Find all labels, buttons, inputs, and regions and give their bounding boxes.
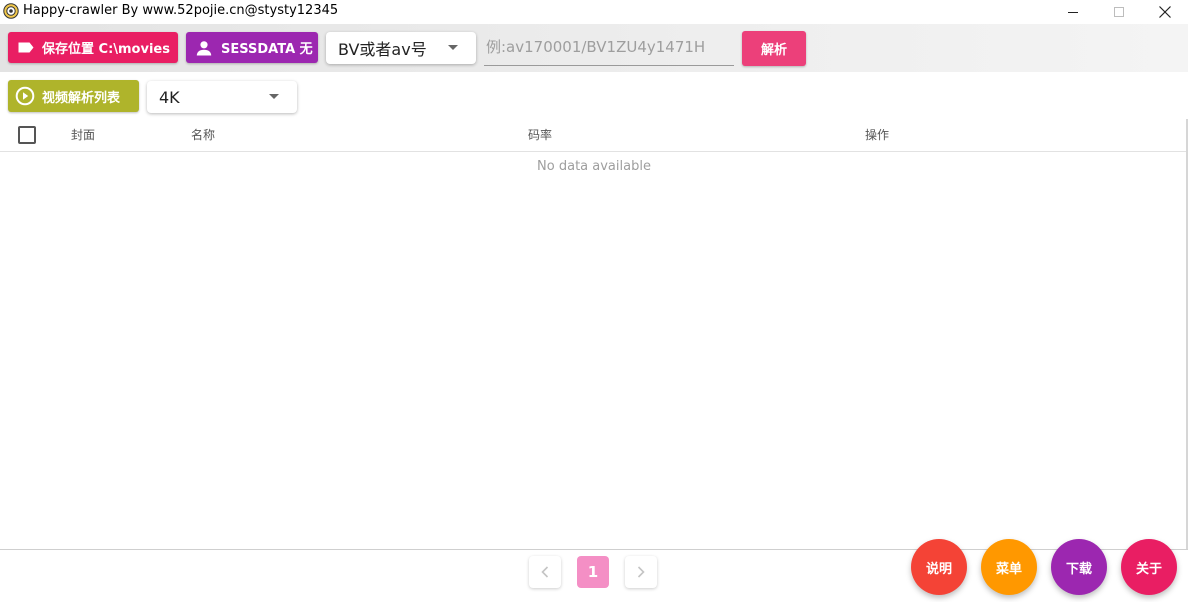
app-logo-icon: [3, 3, 19, 19]
maximize-button[interactable]: [1096, 0, 1142, 24]
download-fab[interactable]: 下载: [1051, 539, 1107, 595]
save-location-button[interactable]: 保存位置 C:\movies: [8, 32, 178, 63]
help-fab[interactable]: 说明: [911, 539, 967, 595]
sessdata-label: SESSDATA 无: [221, 42, 313, 57]
minimize-icon: [1068, 12, 1078, 13]
parse-button-label: 解析: [760, 43, 787, 58]
column-header-cover[interactable]: 封面: [71, 119, 95, 151]
window-title: Happy-crawler By www.52pojie.cn@stysty12…: [23, 3, 339, 18]
quality-select-value: 4K: [159, 87, 180, 107]
video-list-label: 视频解析列表: [42, 90, 121, 106]
page-button-current[interactable]: 1: [577, 556, 609, 588]
chevron-left-icon: [541, 566, 549, 578]
title-bar: Happy-crawler By www.52pojie.cn@stysty12…: [0, 0, 1188, 24]
play-circle-icon: [15, 86, 35, 106]
maximize-icon: [1114, 7, 1124, 17]
next-page-button[interactable]: [625, 556, 657, 588]
parse-button[interactable]: 解析: [742, 31, 806, 66]
close-button[interactable]: [1142, 0, 1188, 24]
quality-select[interactable]: 4K: [147, 81, 297, 113]
id-input-field[interactable]: [484, 33, 734, 66]
minimize-button[interactable]: [1050, 0, 1096, 24]
about-fab[interactable]: 关于: [1121, 539, 1177, 595]
id-type-select[interactable]: BV或者av号: [326, 32, 476, 64]
dropdown-arrow-icon: [448, 45, 458, 50]
id-input[interactable]: [484, 33, 734, 61]
label-tag-icon: [16, 41, 36, 54]
save-location-label: 保存位置 C:\movies: [42, 42, 170, 57]
column-header-name[interactable]: 名称: [191, 119, 215, 151]
video-list-button[interactable]: 视频解析列表: [8, 80, 139, 112]
empty-table-message: No data available: [537, 159, 651, 174]
dropdown-arrow-icon: [269, 94, 279, 99]
menu-fab[interactable]: 菜单: [981, 539, 1037, 595]
select-all-checkbox[interactable]: [18, 126, 36, 144]
id-type-select-value: BV或者av号: [338, 40, 427, 59]
prev-page-button[interactable]: [529, 556, 561, 588]
close-icon: [1159, 6, 1171, 18]
table-header: 封面 名称 码率 操作: [0, 119, 1188, 152]
column-header-actions[interactable]: 操作: [865, 119, 889, 151]
sessdata-button[interactable]: SESSDATA 无: [186, 32, 318, 63]
column-header-bitrate[interactable]: 码率: [528, 119, 552, 151]
chevron-right-icon: [637, 566, 645, 578]
user-icon: [196, 40, 212, 56]
